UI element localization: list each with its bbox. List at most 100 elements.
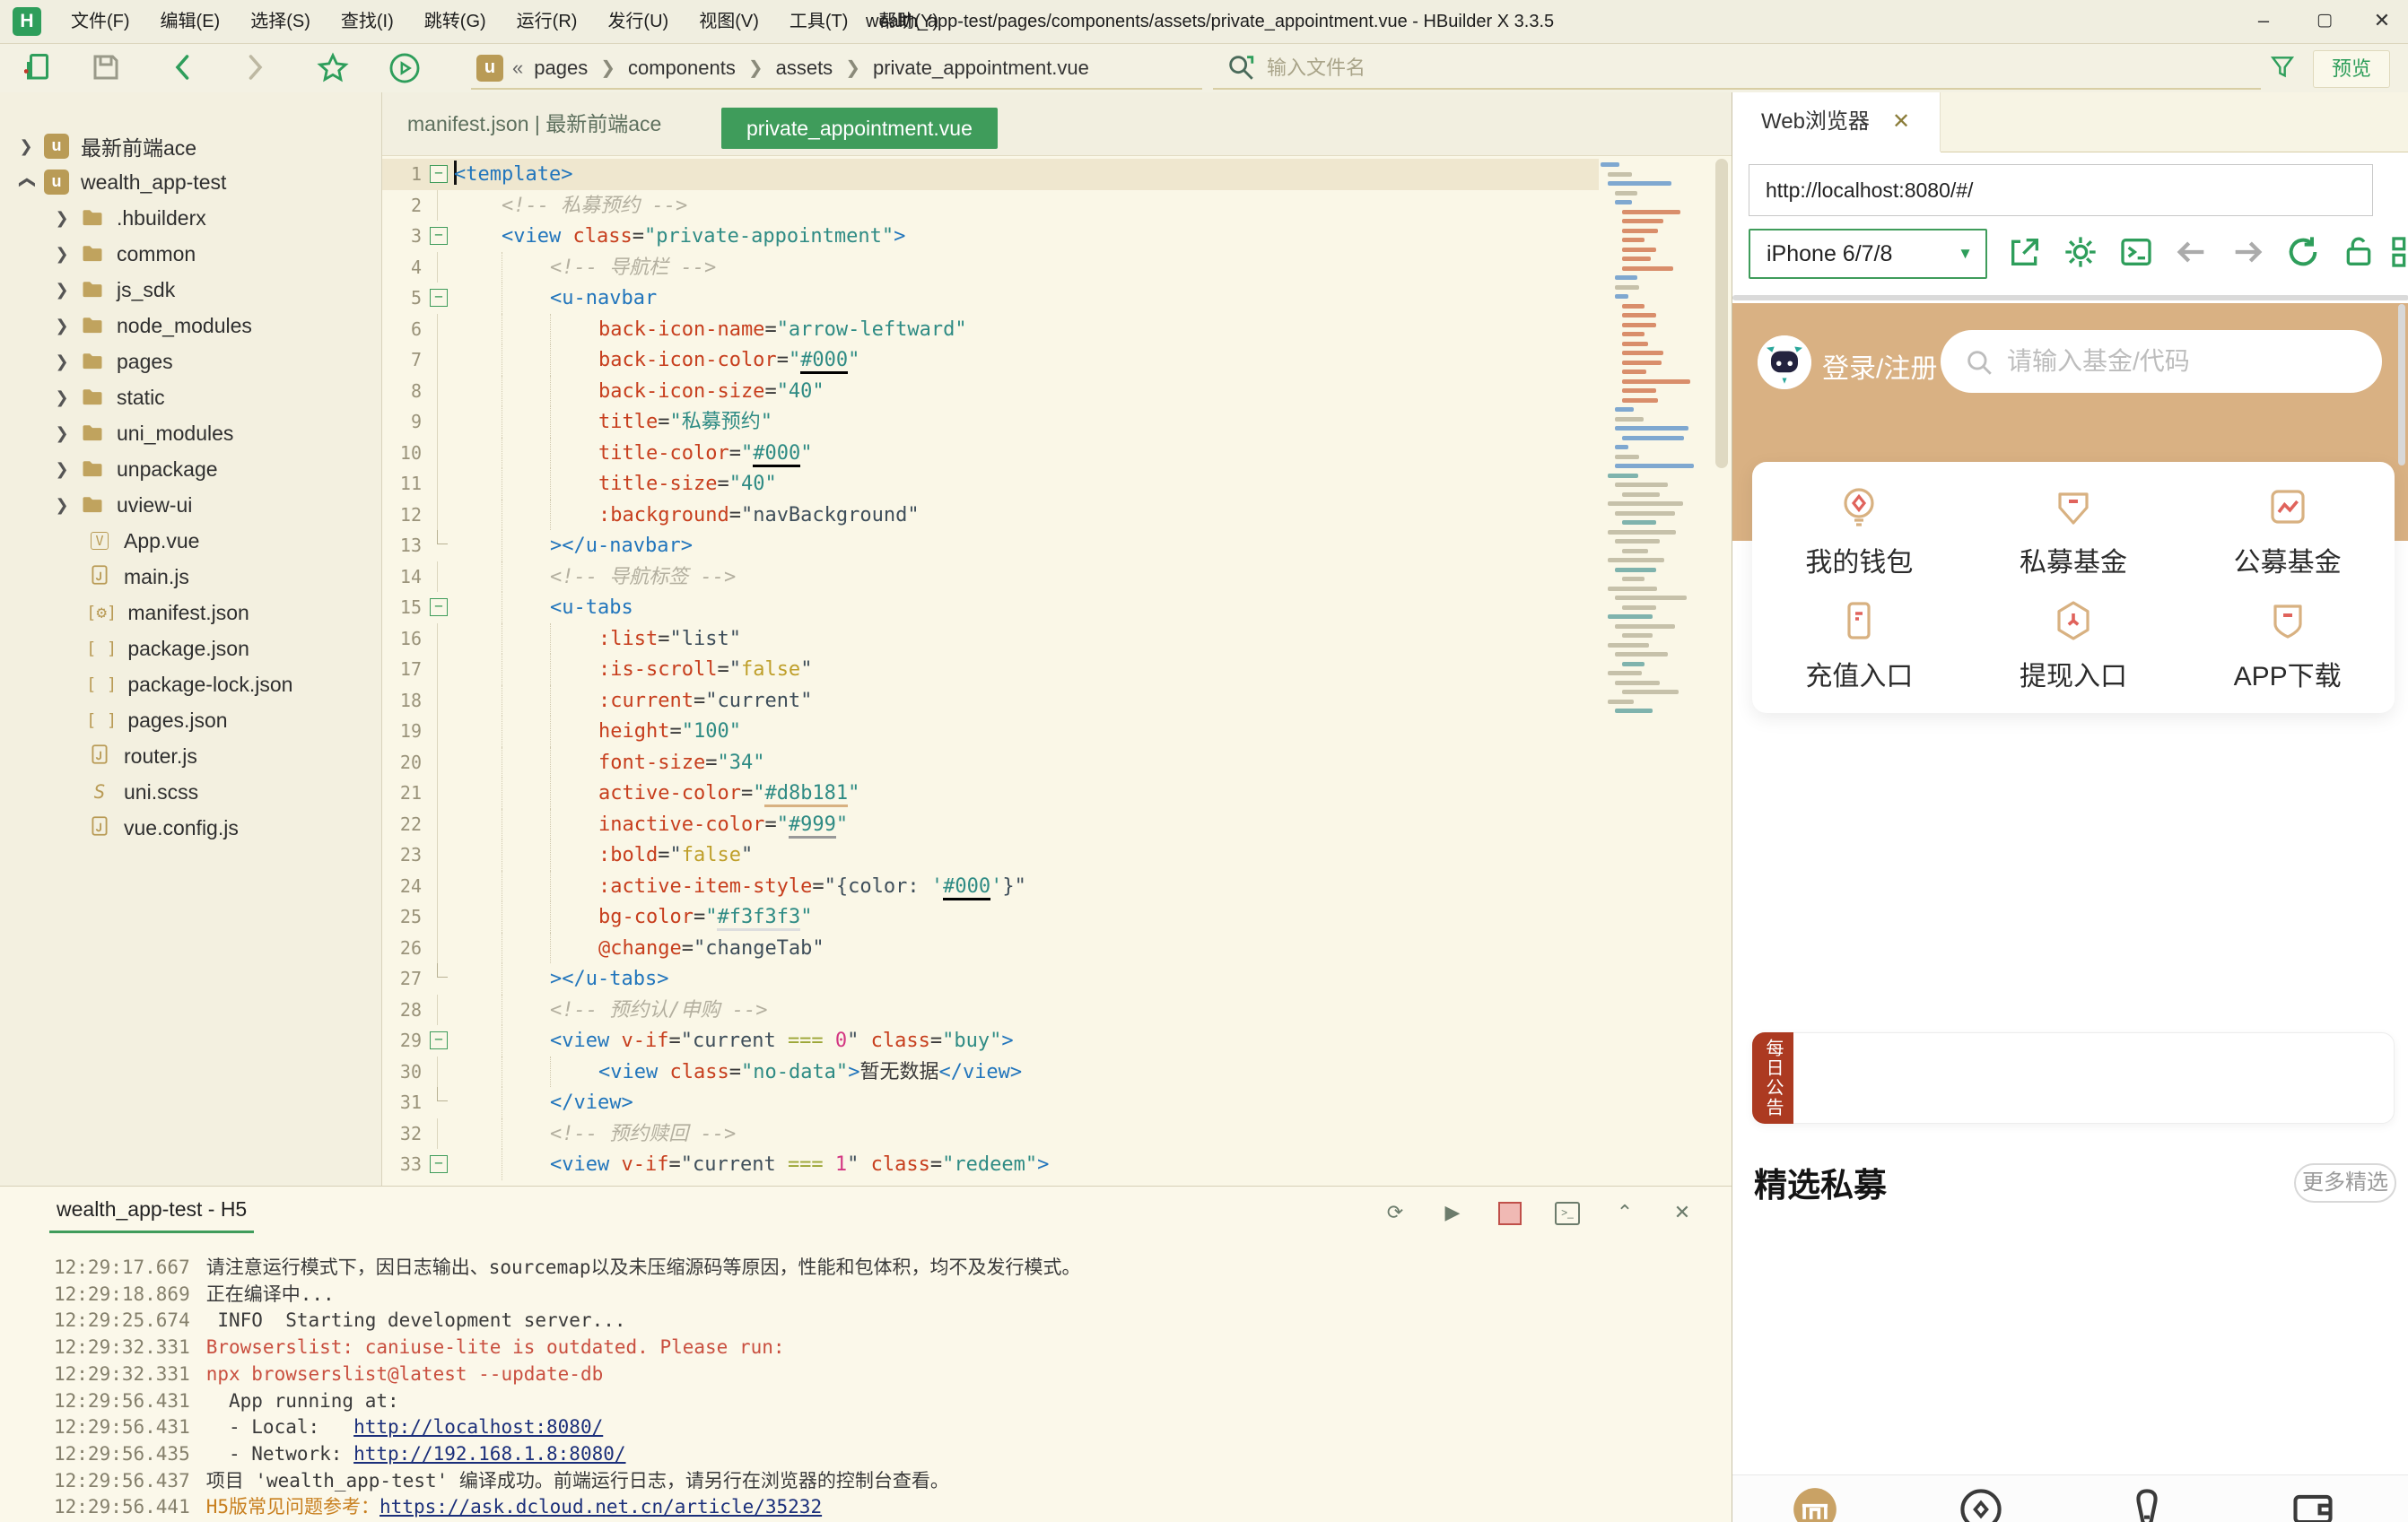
tree-item-pages.json[interactable]: [ ] pages.json [0,702,381,738]
close-panel-icon[interactable]: ✕ [1669,1199,1696,1226]
url-input[interactable] [1764,178,2360,204]
navigate-back-button[interactable] [167,51,203,87]
chevron-right-icon[interactable]: ❯ [52,388,72,407]
preview-button[interactable]: 预览 [2313,50,2390,88]
editor-scrollbar[interactable] [1715,159,1728,468]
entry-wallet[interactable]: 我的钱包 [1752,485,1967,586]
menu-1[interactable]: 文件(F) [56,0,145,43]
tree-item-router.js[interactable]: router.js [0,738,381,774]
breadcrumb-item[interactable]: private_appointment.vue [873,57,1089,80]
nav-product[interactable]: 产品 [1927,1486,2035,1522]
address-bar[interactable] [1749,164,2373,216]
tab-manifest-json[interactable]: manifest.json | 最新前端ace [407,92,661,155]
entry-app-download[interactable]: APP下载 [2180,599,2395,700]
file-search-input[interactable] [1265,55,2166,81]
menu-6[interactable]: 运行(R) [502,0,593,43]
tab-private-appointment-vue[interactable]: private_appointment.vue [721,108,998,149]
tree-item-package-lock.json[interactable]: [ ] package-lock.json [0,666,381,702]
navigate-forward-button[interactable] [239,51,275,87]
collapse-crumb-icon[interactable]: « [512,57,523,80]
stop-icon[interactable] [1496,1199,1523,1226]
close-button[interactable]: ✕ [2356,0,2408,43]
entry-recharge[interactable]: 充值入口 [1752,599,1967,700]
log-link[interactable]: https://ask.dcloud.net.cn/article/35232 [380,1496,822,1518]
tree-item-static[interactable]: ❯ static [0,379,381,415]
chevron-right-icon[interactable]: ❯ [52,496,72,515]
lock-icon[interactable] [2341,234,2380,274]
tree-item-vue.config.js[interactable]: vue.config.js [0,810,381,846]
tree-item-App.vue[interactable]: V App.vue [0,523,381,559]
open-external-icon[interactable] [2007,234,2046,274]
breadcrumb-item[interactable]: components [628,57,736,80]
refresh-icon[interactable] [2285,234,2325,274]
fund-search-input[interactable] [2005,346,2350,377]
clear-log-icon[interactable]: ⟳ [1382,1199,1409,1226]
code-editor[interactable]: 1− <template> 2 <!-- 私募预约 --> 3− <view class=… [382,159,1599,1186]
fold-toggle-icon[interactable]: − [422,221,454,252]
entry-fund-public[interactable]: 公募基金 [2180,485,2395,586]
fold-toggle-icon[interactable]: − [422,1025,454,1057]
new-file-button[interactable] [22,51,57,87]
browser-forward-icon[interactable] [2229,234,2269,274]
menu-8[interactable]: 视图(V) [684,0,774,43]
tree-item-.hbuilderx[interactable]: ❯ .hbuilderx [0,200,381,236]
console-tab[interactable]: wealth_app-test - H5 [49,1197,255,1233]
menu-7[interactable]: 发行(U) [592,0,684,43]
browser-tab[interactable]: Web浏览器 ✕ [1732,92,1941,152]
tree-item-uni.scss[interactable]: Suni.scss [0,774,381,810]
tree-item-node_modules[interactable]: ❯ node_modules [0,308,381,344]
nav-home[interactable]: 首页 [1761,1486,1869,1522]
favorite-button[interactable] [316,51,352,87]
chevron-right-icon[interactable]: ❯ [52,317,72,335]
tree-item-js_sdk[interactable]: ❯ js_sdk [0,272,381,308]
run-button[interactable] [388,51,423,87]
menu-2[interactable]: 编辑(E) [145,0,236,43]
log-link[interactable]: http://localhost:8080/ [353,1416,603,1438]
terminal-icon[interactable]: >_ [1554,1199,1581,1226]
gear-icon[interactable] [2063,234,2102,274]
tree-item-main.js[interactable]: main.js [0,559,381,595]
devtools-terminal-icon[interactable] [2118,234,2158,274]
breadcrumb-item[interactable]: assets [776,57,833,80]
login-register-link[interactable]: 登录/注册 [1822,346,1937,386]
qrcode-icon[interactable] [2389,234,2408,274]
chevron-right-icon[interactable]: ❯ [52,460,72,479]
chevron-right-icon[interactable]: ❯ [52,352,72,371]
chevron-right-icon[interactable]: ❯ [52,209,72,228]
minimap[interactable] [1601,159,1708,1186]
daily-notice-card[interactable]: 每日公告 [1752,1032,2395,1124]
browser-tab-close-icon[interactable]: ✕ [1892,92,1910,152]
tree-item-package.json[interactable]: [ ] package.json [0,631,381,666]
chevron-right-icon[interactable]: ❯ [52,245,72,264]
fold-toggle-icon[interactable]: − [422,159,454,190]
minimize-button[interactable]: – [2238,0,2290,43]
log-link[interactable]: http://192.168.1.8:8080/ [353,1443,625,1465]
menu-9[interactable]: 工具(T) [774,0,864,43]
menu-5[interactable]: 跳转(G) [409,0,502,43]
chevron-right-icon[interactable]: ❯ [16,137,36,156]
tree-item-common[interactable]: ❯ common [0,236,381,272]
chevron-down-icon[interactable]: ❯ [17,172,36,192]
chevron-right-icon[interactable]: ❯ [52,424,72,443]
fold-toggle-icon[interactable]: − [422,1149,454,1180]
more-featured-button[interactable]: 更多精选 [2294,1163,2396,1203]
entry-withdraw[interactable]: 提现入口 [1967,599,2181,700]
fold-toggle-icon[interactable]: − [422,592,454,623]
tree-item-uni_modules[interactable]: ❯ uni_modules [0,415,381,451]
nav-assets[interactable]: 资产 [2259,1486,2367,1522]
save-button[interactable] [90,51,126,87]
device-selector[interactable]: iPhone 6/7/8 ▼ [1749,229,1987,279]
preview-scrollbar[interactable] [2398,304,2405,465]
browser-back-icon[interactable] [2174,234,2213,274]
menu-4[interactable]: 查找(I) [326,0,409,43]
file-search-box[interactable] [1213,48,2261,90]
menu-3[interactable]: 选择(S) [235,0,326,43]
tree-item-wealth_app-test[interactable]: ❯ u wealth_app-test [0,164,381,200]
tree-item-uview-ui[interactable]: ❯ uview-ui [0,487,381,523]
entry-fund-private[interactable]: 私募基金 [1967,485,2181,586]
fold-toggle-icon[interactable]: − [422,283,454,314]
tree-item-pages[interactable]: ❯ pages [0,344,381,379]
avatar[interactable] [1758,335,1811,389]
maximize-button[interactable]: ▢ [2299,0,2351,43]
filter-icon[interactable] [2268,53,2297,86]
